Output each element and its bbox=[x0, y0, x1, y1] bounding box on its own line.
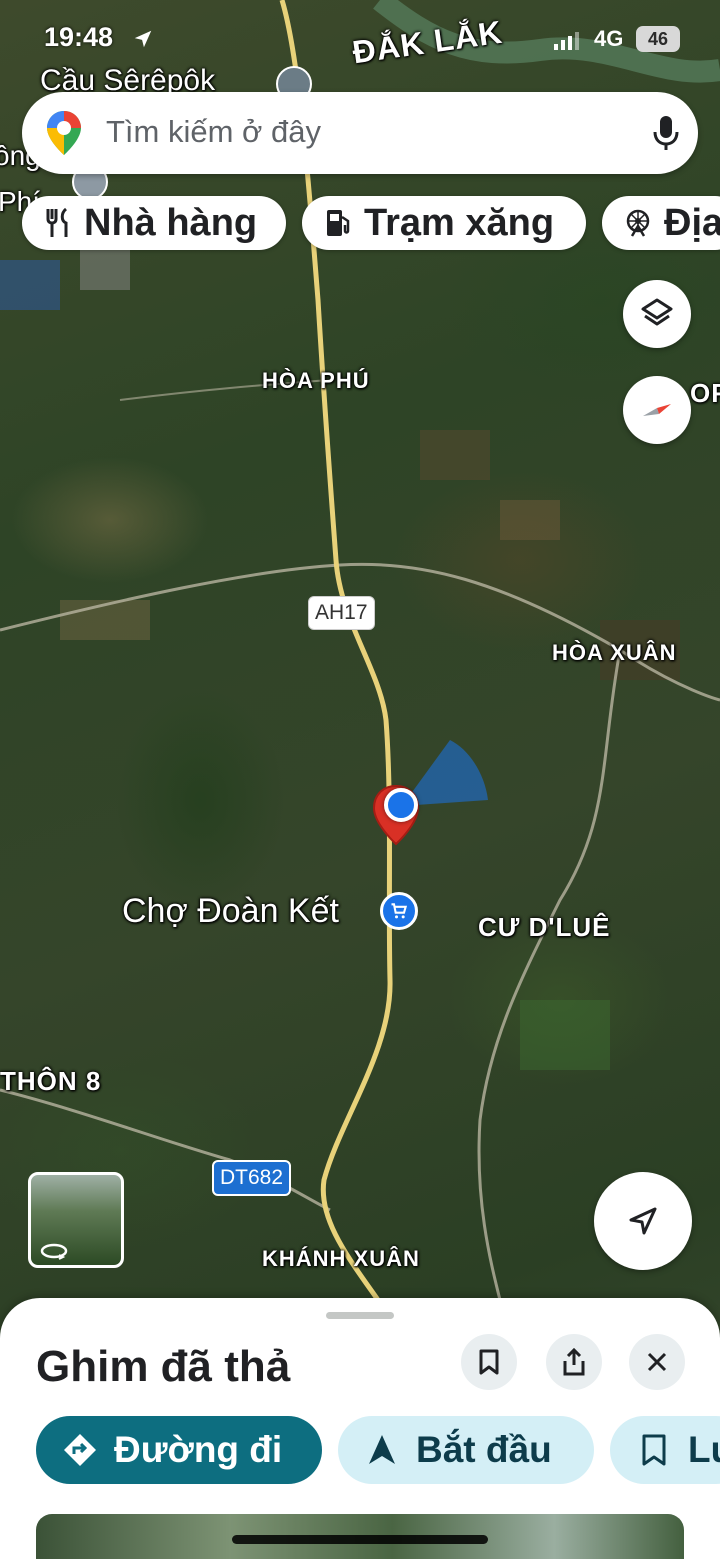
compass-button[interactable] bbox=[623, 376, 691, 444]
current-location-dot bbox=[384, 788, 418, 822]
shopping-cart-icon[interactable] bbox=[380, 892, 418, 930]
microphone-icon[interactable] bbox=[652, 114, 680, 152]
start-button[interactable]: Bắt đầu bbox=[338, 1416, 594, 1484]
chip-label: Trạm xăng bbox=[364, 201, 555, 244]
start-label: Bắt đầu bbox=[416, 1429, 552, 1470]
bookmark-icon bbox=[634, 1430, 674, 1470]
share-icon bbox=[563, 1347, 585, 1376]
maps-screen: ĐẮK LẮK Cầu Sêrêpôk ông Phí HÒA PHÚ OR A… bbox=[0, 0, 720, 1559]
directions-label: Đường đi bbox=[114, 1429, 283, 1470]
layers-icon bbox=[641, 298, 673, 326]
battery-icon: 46 bbox=[636, 26, 680, 52]
chip-gas-stations[interactable]: Trạm xăng bbox=[302, 196, 586, 250]
street-view-thumbnail[interactable] bbox=[28, 1172, 124, 1268]
bookmark-icon bbox=[479, 1349, 499, 1375]
layers-button[interactable] bbox=[623, 280, 691, 348]
hoa-phu-label: HÒA PHÚ bbox=[262, 368, 370, 393]
attraction-icon bbox=[620, 205, 656, 241]
khanh-xuan-label: KHÁNH XUÂN bbox=[262, 1246, 420, 1271]
dt682-shield: DT682 bbox=[212, 1160, 292, 1196]
directions-button[interactable]: Đường đi bbox=[36, 1416, 322, 1484]
navigation-arrow-icon bbox=[362, 1430, 402, 1470]
save-label: Lư bbox=[688, 1429, 720, 1470]
chip-label: Địa bbox=[664, 201, 720, 244]
navigation-arrow-icon bbox=[629, 1207, 657, 1235]
directions-icon bbox=[60, 1430, 100, 1470]
signal-icon bbox=[554, 32, 579, 50]
chip-restaurants[interactable]: Nhà hàng bbox=[22, 196, 286, 250]
cho-doan-ket-label[interactable]: Chợ Đoàn Kết bbox=[122, 892, 339, 931]
ah17-shield: AH17 bbox=[308, 596, 375, 630]
restaurant-icon bbox=[40, 205, 76, 241]
save-action-button[interactable]: Lư bbox=[610, 1416, 720, 1484]
sheet-title: Ghim đã thả bbox=[36, 1342, 291, 1391]
rotate-360-icon bbox=[40, 1243, 68, 1260]
close-button[interactable] bbox=[629, 1334, 685, 1390]
close-icon bbox=[647, 1352, 667, 1372]
my-location-button[interactable] bbox=[594, 1172, 692, 1270]
maps-logo-icon bbox=[47, 111, 81, 155]
status-bar: 19:48 4G 46 bbox=[0, 0, 720, 80]
hoa-xuan-label: HÒA XUÂN bbox=[552, 640, 677, 665]
search-input[interactable]: Tìm kiếm ở đây bbox=[106, 114, 321, 150]
share-button[interactable] bbox=[546, 1334, 602, 1390]
right-edge-label: OR bbox=[690, 378, 720, 408]
dropped-pin-sheet[interactable]: Ghim đã thả Đường đi Bắt đầu L bbox=[0, 1298, 720, 1559]
network-type: 4G bbox=[594, 26, 624, 51]
compass-icon bbox=[643, 404, 671, 416]
cu-dlue-label: CƯ D'LUÊ bbox=[478, 912, 611, 942]
chip-attractions[interactable]: Địa bbox=[602, 196, 720, 250]
search-bar[interactable]: Tìm kiếm ở đây bbox=[22, 92, 698, 174]
chip-label: Nhà hàng bbox=[84, 201, 258, 244]
home-indicator[interactable] bbox=[232, 1535, 488, 1544]
location-arrow-icon bbox=[134, 30, 152, 48]
sheet-drag-handle[interactable] bbox=[326, 1312, 394, 1319]
save-button[interactable] bbox=[461, 1334, 517, 1390]
thon-8-label: THÔN 8 bbox=[0, 1066, 102, 1096]
gas-station-icon bbox=[320, 205, 356, 241]
status-time: 19:48 bbox=[44, 22, 114, 52]
